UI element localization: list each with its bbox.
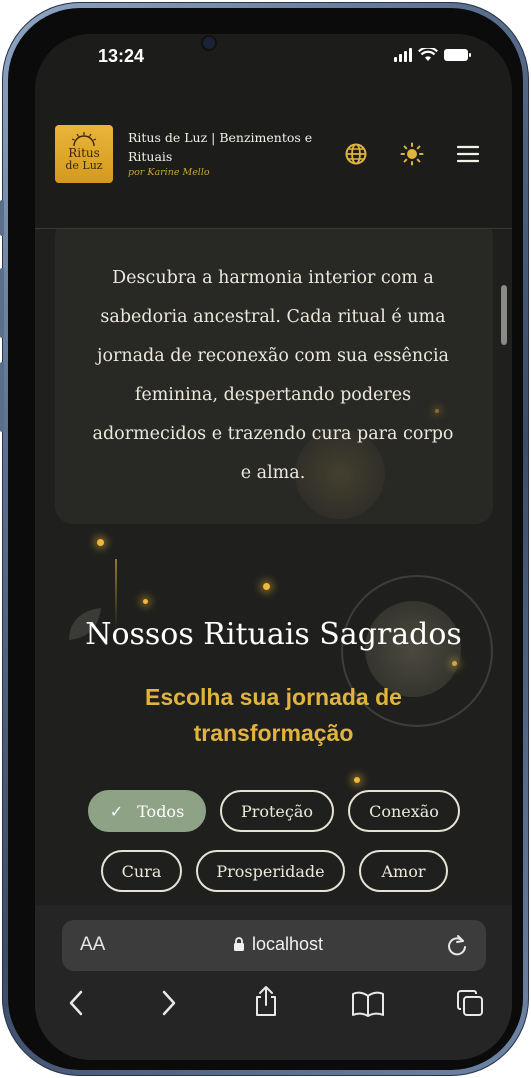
decorative-sparkle bbox=[97, 539, 104, 546]
decorative-sparkle bbox=[435, 409, 439, 413]
filter-chip-label: Cura bbox=[121, 861, 162, 881]
decorative-sparkle bbox=[263, 583, 270, 590]
reload-icon[interactable] bbox=[446, 933, 468, 957]
section-title: Nossos Rituais Sagrados bbox=[85, 617, 462, 652]
url-text: localhost bbox=[252, 934, 324, 954]
filter-chip-label: Amor bbox=[381, 861, 426, 881]
site-header: Ritus de Luz Ritus de Luz | Benzimentos … bbox=[35, 84, 512, 229]
filter-chip-label: Conexão bbox=[369, 801, 439, 821]
decorative-sparkle bbox=[354, 777, 360, 783]
address-bar[interactable]: AA localhost bbox=[62, 920, 486, 971]
share-icon[interactable] bbox=[253, 985, 279, 1017]
browser-toolbar: AA localhost bbox=[35, 905, 512, 1060]
filter-chip-label: Todos bbox=[137, 801, 185, 821]
filter-chip-todos[interactable]: ✓ Todos bbox=[88, 790, 206, 832]
menu-icon[interactable] bbox=[456, 142, 480, 166]
filter-chip-prosperidade[interactable]: Prosperidade bbox=[196, 850, 345, 892]
tabs-icon[interactable] bbox=[456, 989, 484, 1017]
screen: 13:24 Ritus de Luz Ritus de Luz | Benzim… bbox=[35, 34, 512, 1060]
bookmarks-icon[interactable] bbox=[351, 991, 385, 1017]
status-icons bbox=[394, 48, 471, 62]
filter-chip-cura[interactable]: Cura bbox=[101, 850, 182, 892]
phone-bezel: 13:24 Ritus de Luz Ritus de Luz | Benzim… bbox=[8, 8, 523, 1070]
filter-chip-label: Prosperidade bbox=[216, 861, 325, 881]
filter-chip-conexao[interactable]: Conexão bbox=[348, 790, 460, 832]
brand-title[interactable]: Ritus de Luz | Benzimentos e Rituais bbox=[128, 128, 318, 166]
decorative-sparkle bbox=[143, 599, 148, 604]
logo[interactable]: Ritus de Luz bbox=[55, 125, 113, 183]
text-size-label: AA bbox=[80, 934, 106, 955]
status-bar: 13:24 bbox=[35, 34, 512, 84]
filter-chip-protecao[interactable]: Proteção bbox=[220, 790, 334, 832]
intro-text: Descubra a harmonia interior com a sabed… bbox=[92, 268, 454, 483]
sun-icon[interactable] bbox=[400, 142, 424, 166]
front-camera bbox=[203, 37, 215, 49]
forward-icon[interactable] bbox=[160, 989, 178, 1017]
globe-icon[interactable] bbox=[344, 142, 368, 166]
text-size-button[interactable]: AA bbox=[80, 934, 105, 956]
side-button-action bbox=[0, 200, 4, 236]
back-icon[interactable] bbox=[67, 989, 85, 1017]
check-icon: ✓ bbox=[109, 801, 124, 821]
sunrise-icon bbox=[71, 132, 97, 147]
filter-chip-label: Proteção bbox=[240, 801, 314, 821]
cellular-signal-icon bbox=[394, 48, 412, 62]
logo-text-line2: de Luz bbox=[65, 159, 103, 172]
lock-icon bbox=[234, 937, 244, 951]
wifi-icon bbox=[418, 48, 438, 61]
scrollbar-thumb[interactable] bbox=[501, 285, 507, 345]
battery-icon bbox=[444, 49, 471, 61]
side-button-volume-up bbox=[0, 268, 4, 338]
side-button-volume-down bbox=[0, 362, 4, 432]
section-subtitle: Escolha sua jornada de transformação bbox=[145, 684, 402, 746]
filter-chip-amor[interactable]: Amor bbox=[359, 850, 448, 892]
status-time: 13:24 bbox=[98, 46, 145, 66]
brand-subtitle: por Karine Mello bbox=[128, 167, 210, 178]
logo-text-line1: Ritus bbox=[68, 146, 100, 160]
page-content: Descubra a harmonia interior com a sabed… bbox=[35, 229, 512, 905]
